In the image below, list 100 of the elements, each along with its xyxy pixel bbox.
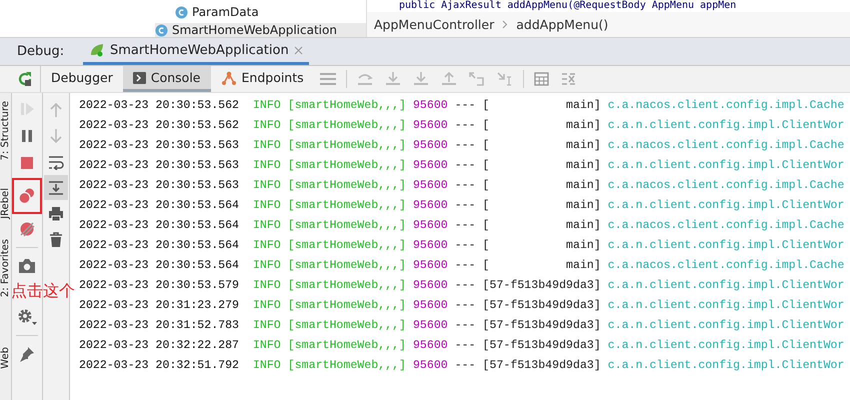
side-tab[interactable]: 7: Structure: [0, 101, 11, 160]
log-logger: c.a.n.client.config.impl.ClientWor: [608, 299, 844, 312]
up-arrow-icon: [49, 102, 63, 118]
mute-breakpoints-icon: [18, 221, 36, 237]
log-pid: 95600: [412, 299, 448, 312]
log-level: INFO: [252, 179, 281, 192]
log-level: INFO: [252, 299, 281, 312]
log-separator: ---: [454, 259, 476, 272]
resume-icon: [19, 101, 35, 117]
spring-app-icon: [89, 43, 105, 57]
log-logger: c.a.n.client.config.impl.ClientWor: [608, 339, 844, 352]
log-pid: 95600: [412, 259, 448, 272]
log-app: [smartHomeWeb,,,]: [288, 139, 406, 152]
log-thread: [ main]: [482, 99, 601, 112]
log-separator: ---: [454, 279, 476, 292]
log-app: [smartHomeWeb,,,]: [288, 259, 406, 272]
step-into-icon[interactable]: [384, 72, 401, 86]
console-icon: [132, 72, 146, 84]
tab[interactable]: Console: [122, 66, 210, 92]
log-level: INFO: [252, 119, 281, 132]
step-out-icon[interactable]: [440, 72, 457, 86]
log-pid: 95600: [412, 239, 448, 252]
log-separator: ---: [454, 199, 476, 212]
log-pid: 95600: [412, 219, 448, 232]
log-timestamp: 2022-03-23 20:31:52.783: [79, 319, 240, 332]
log-logger: c.a.nacos.client.config.impl.Cache: [608, 219, 844, 232]
side-tab[interactable]: JRebel: [0, 188, 11, 220]
log-pid: 95600: [412, 179, 448, 192]
pin-icon: [19, 346, 35, 362]
rerun-icon[interactable]: [17, 71, 33, 87]
log-app: [smartHomeWeb,,,]: [288, 299, 406, 312]
log-app: [smartHomeWeb,,,]: [288, 179, 406, 192]
log-level: INFO: [252, 319, 281, 332]
log-separator: ---: [454, 299, 476, 312]
log-thread: [57-f513b49d9da3]: [482, 359, 601, 372]
side-tab[interactable]: 2: Favorites: [0, 239, 11, 298]
log-logger: c.a.n.client.config.impl.ClientWor: [608, 319, 844, 332]
debug-label: Debug:: [16, 44, 66, 59]
scroll-end-button[interactable]: [44, 175, 68, 200]
log-pid: 95600: [412, 279, 448, 292]
log-app: [smartHomeWeb,,,]: [288, 199, 406, 212]
log-thread: [ main]: [482, 199, 601, 212]
log-level: INFO: [252, 219, 281, 232]
annotation-text: 点击这个: [11, 281, 75, 301]
log-timestamp: 2022-03-23 20:30:53.564: [79, 219, 240, 232]
log-logger: c.a.n.client.config.impl.ClientWor: [608, 279, 844, 292]
tab[interactable]: Endpoints: [210, 66, 314, 92]
log-separator: ---: [454, 359, 476, 372]
log-logger: c.a.nacos.client.config.impl.Cache: [608, 99, 844, 112]
log-logger: c.a.nacos.client.config.impl.Cache: [608, 139, 844, 152]
log-thread: [57-f513b49d9da3]: [482, 319, 601, 332]
log-pid: 95600: [412, 139, 448, 152]
log-thread: [ main]: [482, 259, 601, 272]
log-app: [smartHomeWeb,,,]: [288, 219, 406, 232]
log-thread: [ main]: [482, 119, 601, 132]
log-app: [smartHomeWeb,,,]: [288, 359, 406, 372]
breadcrumb[interactable]: AppMenuController: [374, 16, 494, 32]
tree-item[interactable]: SmartHomeWebApplication: [155, 23, 366, 37]
log-logger: c.a.n.client.config.impl.ClientWor: [608, 199, 844, 212]
log-app: [smartHomeWeb,,,]: [288, 339, 406, 352]
log-timestamp: 2022-03-23 20:30:53.563: [79, 159, 240, 172]
log-thread: [57-f513b49d9da3]: [482, 279, 601, 292]
menu-icon[interactable]: [320, 73, 336, 85]
log-logger: c.a.nacos.client.config.impl.Cache: [608, 259, 844, 272]
log-timestamp: 2022-03-23 20:31:23.279: [79, 299, 240, 312]
log-pid: 95600: [412, 199, 448, 212]
log-pid: 95600: [412, 339, 448, 352]
log-separator: ---: [454, 239, 476, 252]
tree-item-label: ParamData: [192, 5, 259, 19]
trash-icon: [49, 232, 63, 248]
breakpoints-button[interactable]: [12, 178, 42, 214]
log-pid: 95600: [412, 359, 448, 372]
log-separator: ---: [454, 99, 476, 112]
log-thread: [57-f513b49d9da3]: [482, 339, 601, 352]
log-logger: c.a.nacos.client.config.impl.Cache: [608, 179, 844, 192]
breakpoints-icon: [18, 188, 36, 204]
log-level: INFO: [252, 99, 281, 112]
log-timestamp: 2022-03-23 20:30:53.564: [79, 259, 240, 272]
log-timestamp: 2022-03-23 20:32:51.792: [79, 359, 240, 372]
side-tab[interactable]: Web: [0, 347, 11, 370]
soft-wrap-icon: [48, 154, 64, 170]
log-pid: 95600: [412, 119, 448, 132]
log-level: INFO: [252, 259, 281, 272]
log-logger: c.a.n.client.config.impl.ClientWor: [608, 239, 844, 252]
log-thread: [ main]: [482, 159, 601, 172]
log-level: INFO: [252, 199, 281, 212]
class-icon: [175, 6, 188, 18]
log-logger: c.a.n.client.config.impl.ClientWor: [608, 119, 844, 132]
close-icon[interactable]: [294, 46, 303, 54]
endpoints-icon: [220, 70, 236, 84]
tab[interactable]: Debugger: [41, 66, 123, 92]
log-separator: ---: [454, 219, 476, 232]
breadcrumb[interactable]: addAppMenu(): [516, 16, 608, 32]
down-arrow-icon: [49, 128, 63, 144]
step-over-icon[interactable]: [356, 72, 373, 86]
log-separator: ---: [454, 119, 476, 132]
pause-icon: [19, 128, 35, 144]
log-level: INFO: [252, 359, 281, 372]
tree-item[interactable]: ParamData: [175, 5, 366, 19]
log-level: INFO: [252, 239, 281, 252]
